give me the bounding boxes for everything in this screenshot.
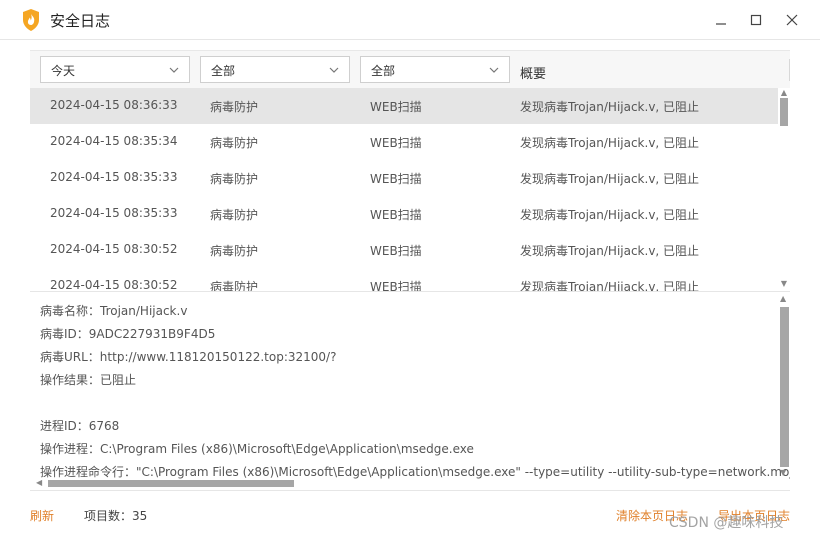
time-filter-dropdown[interactable]: 今天 [40,56,190,83]
detail-virus-name: 病毒名称：Trojan/Hijack.v [40,304,188,318]
scroll-down-icon[interactable]: ▼ [780,469,786,477]
detail-virus-url: 病毒URL：http://www.118120150122.top:32100/… [40,350,337,364]
row-type: WEB扫描 [370,172,422,186]
detail-pid: 进程ID：6768 [40,419,120,433]
detail-pane: 病毒名称：Trojan/Hijack.v 病毒ID：9ADC227931B9F4… [30,293,790,491]
row-time: 2024-04-15 08:35:33 [50,206,178,220]
row-summary: 发现病毒Trojan/Hijack.v, 已阻止 [520,100,700,114]
scroll-up-icon[interactable]: ▲ [780,89,788,97]
row-type: WEB扫描 [370,100,422,114]
row-category: 病毒防护 [210,244,259,258]
row-category: 病毒防护 [210,208,259,222]
table-row[interactable]: 2024-04-15 08:36:33 病毒防护 WEB扫描 发现病毒Troja… [30,88,778,124]
row-type: WEB扫描 [370,136,422,150]
row-type: WEB扫描 [370,280,422,292]
scroll-down-icon[interactable]: ▼ [780,280,788,288]
row-category: 病毒防护 [210,280,259,292]
minimize-button[interactable] [709,8,733,32]
row-type: WEB扫描 [370,208,422,222]
row-summary: 发现病毒Trojan/Hijack.v, 已阻止 [520,172,700,186]
row-time: 2024-04-15 08:36:33 [50,98,178,112]
table-row[interactable]: 2024-04-15 08:35:33 病毒防护 WEB扫描 发现病毒Troja… [30,160,778,196]
chevron-down-icon [329,67,339,73]
minimize-icon [716,23,726,25]
row-category: 病毒防护 [210,172,259,186]
chevron-down-icon [169,67,179,73]
detail-result: 操作结果：已阻止 [40,373,137,387]
scroll-up-icon[interactable]: ▲ [780,295,786,303]
maximize-icon [750,14,762,26]
summary-column-header: 概要 [520,67,547,82]
table-row[interactable]: 2024-04-15 08:30:52 病毒防护 WEB扫描 发现病毒Troja… [30,268,778,292]
row-type: WEB扫描 [370,244,422,258]
window-title: 安全日志 [50,12,111,30]
table-row[interactable]: 2024-04-15 08:35:33 病毒防护 WEB扫描 发现病毒Troja… [30,196,778,232]
time-filter-value: 今天 [51,64,76,78]
footer-bar: 刷新 项目数：35 清除本页日志 导出本页日志 CSDN @趣味科技 [0,500,820,540]
watermark: CSDN @趣味科技 [669,515,784,531]
log-list: 2024-04-15 08:36:33 病毒防护 WEB扫描 发现病毒Troja… [30,88,790,292]
row-summary: 发现病毒Trojan/Hijack.v, 已阻止 [520,244,700,258]
type-filter-dropdown[interactable]: 全部 [360,56,510,83]
column-divider [789,59,790,81]
row-category: 病毒防护 [210,136,259,150]
item-count: 项目数：35 [84,509,148,523]
filter-header: 今天 全部 全部 概要 [30,50,790,88]
close-button[interactable] [780,8,804,32]
row-summary: 发现病毒Trojan/Hijack.v, 已阻止 [520,136,700,150]
type-filter-value: 全部 [371,64,396,78]
refresh-button[interactable]: 刷新 [30,507,54,524]
scrollbar-thumb[interactable] [780,98,788,126]
scroll-left-icon[interactable]: ◀ [36,479,42,487]
row-time: 2024-04-15 08:30:52 [50,242,178,256]
chevron-down-icon [489,67,499,73]
detail-process: 操作进程：C:\Program Files (x86)\Microsoft\Ed… [40,442,474,456]
shield-fire-icon [23,9,39,31]
detail-virus-id: 病毒ID：9ADC227931B9F4D5 [40,327,216,341]
detail-vertical-scrollbar[interactable]: ▲ ▼ [778,293,790,477]
row-time: 2024-04-15 08:35:33 [50,170,178,184]
category-filter-dropdown[interactable]: 全部 [200,56,350,83]
maximize-button[interactable] [744,8,768,32]
scrollbar-thumb[interactable] [780,307,789,467]
category-filter-value: 全部 [211,64,236,78]
row-summary: 发现病毒Trojan/Hijack.v, 已阻止 [520,208,700,222]
row-summary: 发现病毒Trojan/Hijack.v, 已阻止 [520,280,700,292]
row-time: 2024-04-15 08:30:52 [50,278,178,292]
close-icon [786,14,798,26]
table-row[interactable]: 2024-04-15 08:30:52 病毒防护 WEB扫描 发现病毒Troja… [30,232,778,268]
row-time: 2024-04-15 08:35:34 [50,134,178,148]
row-category: 病毒防护 [210,100,259,114]
title-bar: 安全日志 [0,0,820,40]
detail-horizontal-scrollbar[interactable]: ◀ [30,477,778,489]
table-row[interactable]: 2024-04-15 08:35:34 病毒防护 WEB扫描 发现病毒Troja… [30,124,778,160]
scrollbar-thumb[interactable] [48,480,294,487]
list-scrollbar[interactable]: ▲ ▼ [778,88,790,291]
